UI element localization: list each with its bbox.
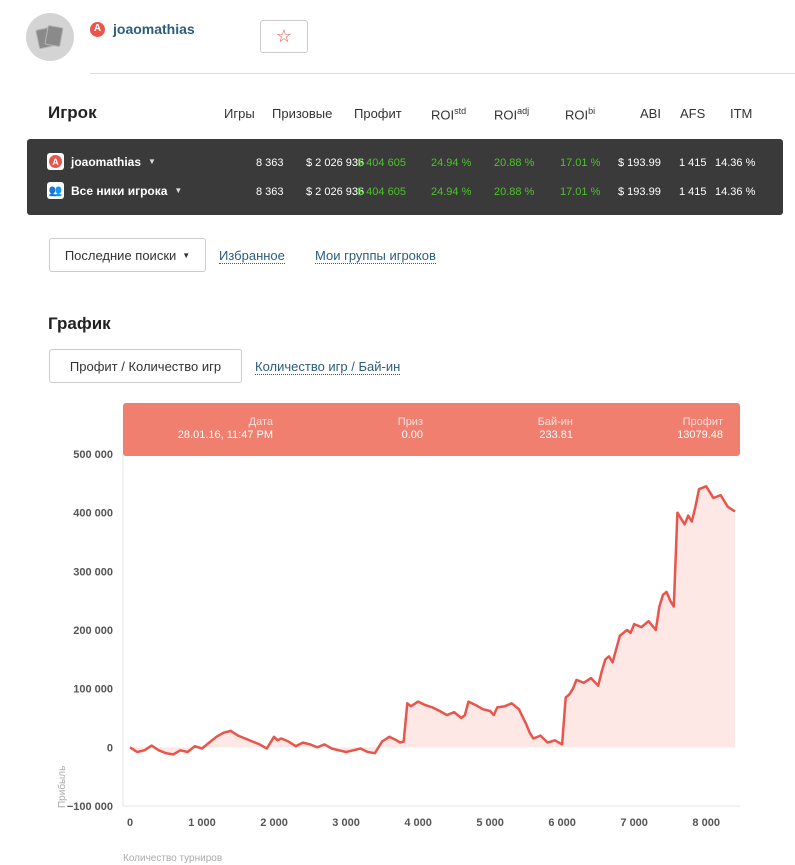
favorite-button[interactable]: ☆ — [260, 20, 308, 53]
cell-abi: $ 193.99 — [618, 157, 661, 169]
y-tick-label: 100 000 — [73, 684, 113, 696]
x-axis-label: Количество турниров — [123, 853, 222, 864]
x-tick-label: 8 000 — [692, 817, 720, 829]
brand-icon: A — [90, 21, 105, 37]
chart-title: График — [48, 314, 111, 333]
y-tick-label: −100 000 — [67, 801, 113, 813]
group-icon: 👥 — [47, 182, 64, 199]
stats-row: 👥 Все ники игрока ▼ 8 363 $ 2 026 936 $ … — [27, 176, 783, 204]
cell-afs: 1 415 — [679, 157, 707, 169]
cell-roi-bi: 17.01 % — [560, 157, 601, 169]
stats-title: Игрок — [48, 103, 97, 122]
cell-prizes: $ 2 026 936 — [306, 186, 365, 198]
x-tick-label: 5 000 — [476, 817, 504, 829]
col-afs: AFS — [680, 106, 706, 121]
stats-row: A joaomathias ▼ 8 363 $ 2 026 936 $ 404 … — [27, 147, 783, 175]
col-roi-std: ROIstd — [431, 106, 467, 123]
cell-prizes: $ 2 026 936 — [306, 157, 365, 169]
col-profit: Профит — [354, 106, 402, 121]
tab-games-buyin[interactable]: Количество игр / Бай-ин — [255, 359, 401, 375]
x-tick-label: 2 000 — [260, 817, 288, 829]
col-prizes: Призовые — [272, 106, 333, 121]
x-tick-label: 6 000 — [548, 817, 576, 829]
cell-profit: $ 404 605 — [357, 157, 406, 169]
cell-itm: 14.36 % — [715, 157, 756, 169]
chart-tooltip: Дата 28.01.16, 11:47 PM Приз 0.00 Бай-ин… — [123, 403, 740, 456]
cell-roi-adj: 20.88 % — [494, 186, 535, 198]
y-axis-label: Прибыль — [56, 766, 68, 808]
username-row: A joaomathias — [90, 21, 195, 37]
y-tick-label: 400 000 — [73, 508, 113, 520]
caret-down-icon: ▼ — [148, 157, 156, 166]
y-tick-label: 500 000 — [73, 449, 113, 461]
y-tick-label: 0 — [107, 742, 113, 754]
y-tick-label: 300 000 — [73, 566, 113, 578]
x-tick-label: 4 000 — [404, 817, 432, 829]
all-nicks-dropdown[interactable]: 👥 Все ники игрока ▼ — [47, 182, 182, 199]
col-abi: ABI — [640, 106, 661, 121]
cell-roi-adj: 20.88 % — [494, 157, 535, 169]
cell-itm: 14.36 % — [715, 186, 756, 198]
tooltip-profit: Профит 13079.48 — [677, 416, 723, 441]
star-outline-icon: ☆ — [275, 26, 293, 46]
caret-down-icon: ▼ — [182, 250, 191, 260]
cell-roi-std: 24.94 % — [431, 157, 472, 169]
col-itm: ITM — [730, 106, 753, 121]
profit-chart[interactable]: 500 000 400 000 300 000 200 000 100 000 0 −100… — [0, 440, 795, 865]
favorites-link[interactable]: Избранное — [219, 248, 285, 264]
col-games: Игры — [224, 106, 255, 121]
cell-abi: $ 193.99 — [618, 186, 661, 198]
tooltip-date: Дата 28.01.16, 11:47 PM — [177, 416, 273, 441]
x-tick-label: 7 000 — [620, 817, 648, 829]
y-tick-label: 200 000 — [73, 625, 113, 637]
caret-down-icon: ▼ — [174, 186, 183, 195]
x-tick-label: 0 — [127, 817, 133, 829]
username-link[interactable]: joaomathias — [113, 21, 195, 37]
col-roi-adj: ROIadj — [494, 106, 530, 123]
avatar — [26, 13, 74, 61]
cell-profit: $ 404 605 — [357, 186, 406, 198]
x-tick-label: 1 000 — [188, 817, 216, 829]
tooltip-buyin: Бай-ин 233.81 — [537, 416, 573, 441]
x-tick-label: 3 000 — [332, 817, 360, 829]
cell-games: 8 363 — [256, 157, 284, 169]
cell-roi-bi: 17.01 % — [560, 186, 601, 198]
brand-icon: A — [47, 153, 64, 170]
profit-area — [130, 486, 735, 755]
tab-profit-games[interactable]: Профит / Количество игр — [49, 349, 242, 383]
cell-games: 8 363 — [256, 186, 284, 198]
tooltip-prize: Приз 0.00 — [397, 416, 423, 441]
player-groups-link[interactable]: Мои группы игроков — [315, 248, 436, 264]
cell-roi-std: 24.94 % — [431, 186, 472, 198]
col-roi-bi: ROIbi — [565, 106, 596, 123]
stats-panel: A joaomathias ▼ 8 363 $ 2 026 936 $ 404 … — [27, 139, 783, 215]
recent-searches-dropdown[interactable]: Последние поиски ▼ — [49, 238, 206, 272]
nickname-dropdown[interactable]: A joaomathias ▼ — [47, 153, 156, 170]
cards-icon — [35, 24, 64, 50]
divider — [90, 73, 795, 74]
cell-afs: 1 415 — [679, 186, 707, 198]
